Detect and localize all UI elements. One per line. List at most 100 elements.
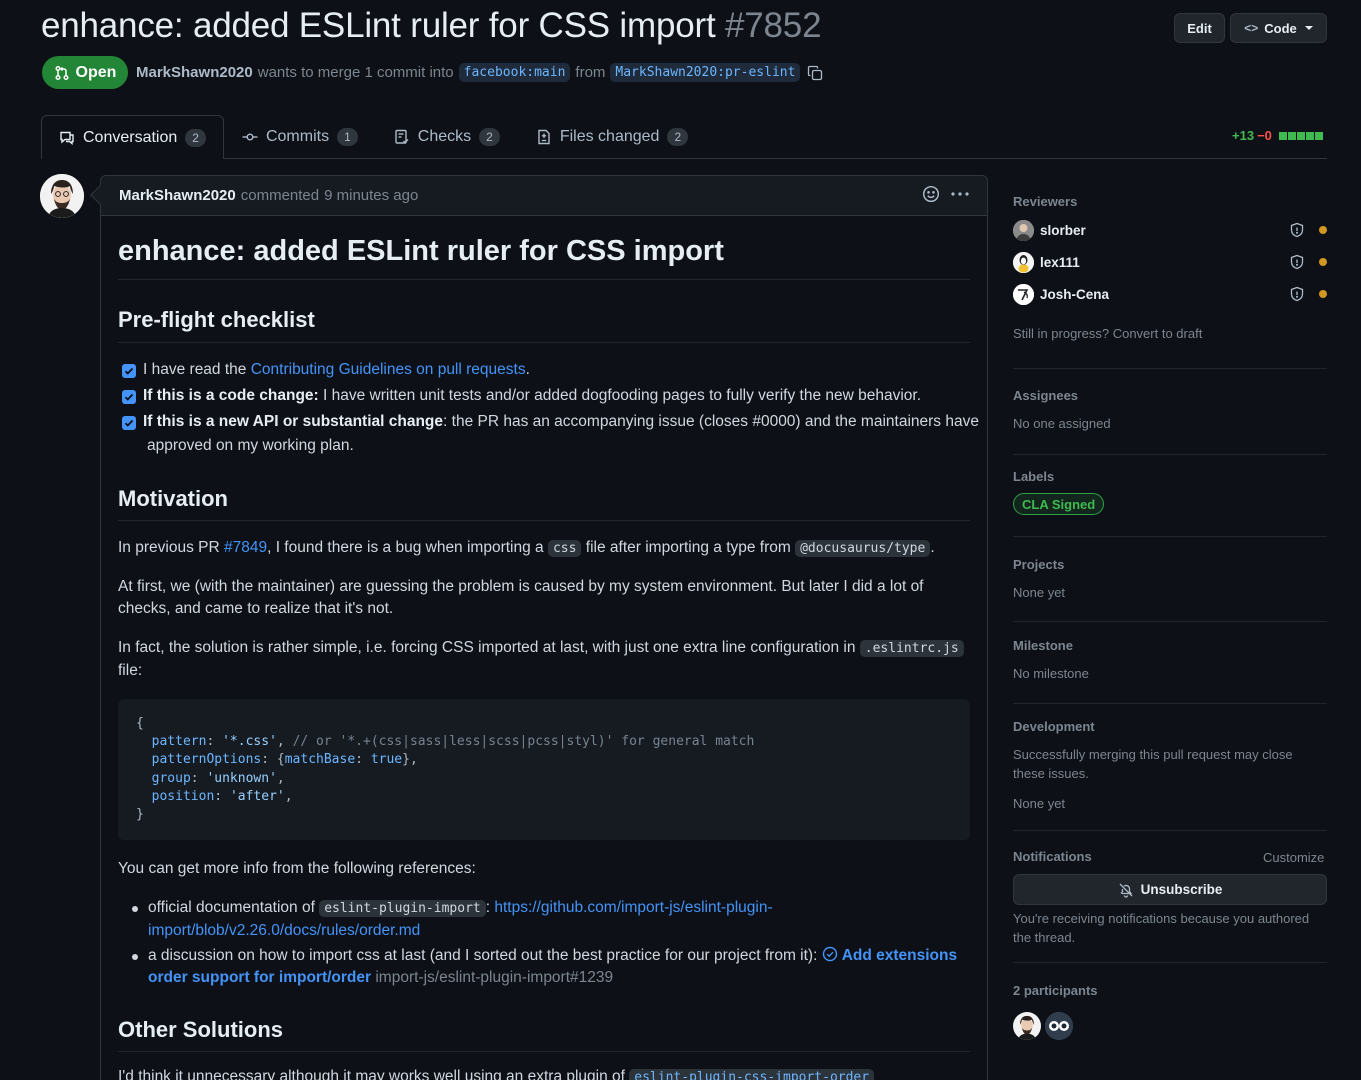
copy-icon[interactable] <box>807 65 823 81</box>
chevron-down-icon <box>1304 26 1313 30</box>
pending-review-dot <box>1319 290 1327 298</box>
text: In previous PR <box>118 539 224 556</box>
checkbox-checked[interactable] <box>122 390 136 404</box>
reviewer-row: Josh-Cena <box>1013 283 1327 305</box>
tab-commits[interactable]: Commits 1 <box>224 115 376 159</box>
smiley-icon[interactable] <box>922 185 940 203</box>
checklist-item-text: . <box>525 361 530 378</box>
kebab-horizontal-icon[interactable] <box>950 185 970 203</box>
sidebar-divider <box>1013 830 1327 831</box>
assignees-value: No one assigned <box>1013 416 1111 431</box>
reviewer-row: lex111 <box>1013 251 1327 273</box>
pr-number: #7852 <box>725 6 822 45</box>
unsubscribe-button[interactable]: Unsubscribe <box>1013 874 1327 905</box>
avatar[interactable] <box>1013 219 1034 241</box>
motivation-paragraph-3: In fact, the solution is rather simple, … <box>118 637 964 682</box>
labels-heading[interactable]: Labels <box>1013 469 1327 484</box>
reviewers-heading[interactable]: Reviewers <box>1013 194 1327 209</box>
head-branch[interactable]: MarkShawn2020:pr-eslint <box>610 63 801 82</box>
author-avatar[interactable] <box>40 174 84 218</box>
comment-title: enhance: added ESLint ruler for CSS impo… <box>118 235 724 267</box>
comment-actions <box>922 185 970 203</box>
from-text: from <box>575 64 606 81</box>
text: file after importing a type from <box>581 539 796 556</box>
tab-conversation[interactable]: Conversation 2 <box>41 115 224 159</box>
pr-tabs: Conversation 2 Commits 1 Checks 2 Files … <box>41 115 706 159</box>
development-text: Successfully merging this pull request m… <box>1013 745 1327 783</box>
tab-conversation-label: Conversation <box>83 128 178 146</box>
checkbox-checked[interactable] <box>122 364 136 378</box>
order-docs-link[interactable]: https://github.com/import-js/eslint-plug… <box>494 899 772 916</box>
sidebar-divider <box>1013 536 1327 537</box>
comment-action: commented <box>240 187 320 204</box>
milestone-value: No milestone <box>1013 666 1089 681</box>
participant-avatar[interactable] <box>1045 1012 1073 1040</box>
reference-item-1: official documentation of eslint-plugin-… <box>148 897 773 942</box>
tab-files-changed[interactable]: Files changed 2 <box>518 115 706 159</box>
development-heading[interactable]: Development <box>1013 719 1327 734</box>
text: these issues. <box>1013 766 1089 781</box>
development-value: None yet <box>1013 796 1066 811</box>
commit-icon <box>242 133 258 141</box>
tab-commits-counter: 1 <box>337 128 358 146</box>
diffstat-additions: +13 <box>1232 128 1255 143</box>
reviewer-row: slorber <box>1013 219 1327 241</box>
milestone-heading[interactable]: Milestone <box>1013 638 1327 653</box>
tab-files-changed-counter: 2 <box>667 128 689 146</box>
sidebar-divider <box>1013 368 1327 369</box>
edit-button[interactable]: Edit <box>1174 13 1225 43</box>
assignees-heading[interactable]: Assignees <box>1013 388 1327 403</box>
avatar[interactable] <box>1013 283 1034 305</box>
code-button[interactable]: <> Code <box>1230 13 1327 43</box>
avatar[interactable] <box>1013 251 1034 273</box>
list-bullet <box>132 954 138 960</box>
tab-checks-label: Checks <box>417 128 472 145</box>
pr-7849-link[interactable]: #7849 <box>224 539 267 556</box>
add-extensions-issue-link[interactable]: order support for import/order <box>148 969 371 986</box>
file-diff-icon <box>538 129 550 145</box>
text: checks, and came to realize that it's no… <box>118 600 394 617</box>
sidebar-divider <box>1013 703 1327 704</box>
other-solutions-paragraph: I'd think it unnecessary although it may… <box>118 1066 875 1080</box>
motivation-divider <box>118 520 970 521</box>
diffstat: +13 −0 <box>1232 128 1323 143</box>
projects-heading[interactable]: Projects <box>1013 557 1327 572</box>
check-icon <box>124 393 134 401</box>
pr-state-label: Open <box>75 63 117 81</box>
tab-checks[interactable]: Checks 2 <box>376 115 518 159</box>
issue-reference[interactable]: import-js/eslint-plugin-import#1239 <box>375 969 613 986</box>
shield-icon <box>1290 286 1304 302</box>
code-icon: <> <box>1244 21 1259 35</box>
checklist-icon <box>395 129 409 144</box>
diffstat-bar <box>1278 131 1323 140</box>
inline-code: css <box>547 540 582 557</box>
checklist-item: If this is a new API or substantial chan… <box>122 413 979 431</box>
comment-timestamp[interactable]: 9 minutes ago <box>324 187 418 204</box>
customize-link[interactable]: Customize <box>1263 848 1324 867</box>
checkbox-checked[interactable] <box>122 416 136 430</box>
other-solutions-divider <box>118 1051 970 1052</box>
convert-to-draft-link[interactable]: Still in progress? Convert to draft <box>1013 324 1327 343</box>
add-extensions-issue-link[interactable]: Add extensions <box>842 947 957 964</box>
checklist-item-bold: If this is a new API or substantial chan… <box>143 413 444 430</box>
reviewer-name[interactable]: Josh-Cena <box>1040 287 1109 302</box>
motivation-paragraph-2: At first, we (with the maintainer) are g… <box>118 576 924 620</box>
inline-code: .eslintrc.js <box>859 640 964 657</box>
inline-code[interactable]: eslint-plugin-css-import-order <box>629 1069 875 1080</box>
pr-state-badge: Open <box>42 56 128 89</box>
pr-author-link[interactable]: MarkShawn2020 <box>136 64 253 81</box>
comment-author[interactable]: MarkShawn2020 <box>119 187 236 204</box>
text: . <box>930 539 935 556</box>
base-branch[interactable]: facebook:main <box>458 63 571 82</box>
reviewer-name[interactable]: lex111 <box>1040 255 1080 270</box>
checklist-divider <box>118 342 970 343</box>
label-cla-signed[interactable]: CLA Signed <box>1013 493 1105 515</box>
checklist-item-text: I have written unit tests and/or added d… <box>318 387 922 404</box>
code-block: { pattern: '*.css', // or '*.+(css|sass|… <box>118 699 970 840</box>
order-docs-link[interactable]: import/blob/v2.26.0/docs/rules/order.md <box>148 920 773 942</box>
contributing-guidelines-link[interactable]: Contributing Guidelines on pull requests <box>251 361 526 378</box>
checklist-heading: Pre-flight checklist <box>118 307 315 332</box>
pending-review-dot <box>1319 258 1327 266</box>
participant-avatar[interactable] <box>1013 1012 1041 1040</box>
reviewer-name[interactable]: slorber <box>1040 223 1086 238</box>
